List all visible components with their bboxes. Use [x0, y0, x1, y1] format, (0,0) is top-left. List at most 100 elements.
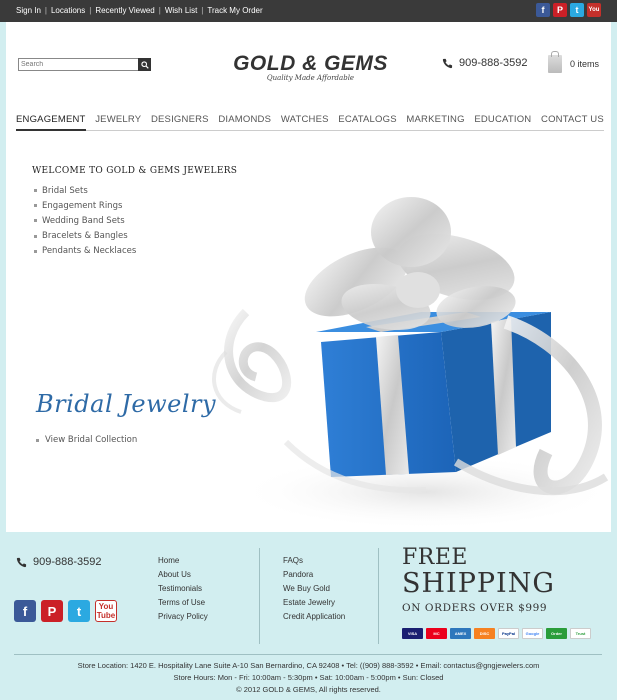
youtube-icon[interactable]: You Tube — [95, 600, 117, 622]
search-button[interactable] — [138, 58, 151, 71]
discover-icon: DISC — [474, 628, 495, 639]
footer-link-privacy[interactable]: Privacy Policy — [158, 612, 208, 626]
paypal-icon: PayPal — [498, 628, 519, 639]
bridal-jewelry-title: Bridal Jewelry — [36, 390, 217, 418]
separator: | — [201, 6, 204, 15]
youtube-icon-text: Tube — [96, 611, 116, 620]
nav-contact-us[interactable]: CONTACT US — [541, 114, 604, 130]
category-list: Bridal Sets Engagement Rings Wedding Ban… — [34, 183, 136, 259]
nav-marketing[interactable]: MARKETING — [406, 114, 464, 130]
free-shipping-banner: FREE SHIPPING ON ORDERS OVER $999 — [402, 545, 555, 615]
list-item-label: Wedding Band Sets — [42, 215, 125, 226]
free-shipping-line3: ON ORDERS OVER $999 — [402, 602, 548, 614]
top-links: Sign In | Locations | Recently Viewed | Wish L… — [16, 6, 263, 15]
recently-viewed-link[interactable]: Recently Viewed — [95, 6, 154, 15]
order-by-phone-icon: Order — [546, 628, 567, 639]
site-logo[interactable]: GOLD & GEMS Quality Made Affordable — [228, 52, 393, 82]
payment-cards: VISA MC AMEX DISC PayPal Google Order Tr… — [402, 628, 591, 639]
bullet-icon — [34, 249, 37, 253]
store-location: Store Location: 1420 E. Hospitality Lane… — [77, 661, 540, 670]
pinterest-icon[interactable]: P — [553, 3, 567, 17]
bullet-icon — [34, 234, 37, 238]
free-shipping-line1: FREE — [402, 545, 468, 570]
free-shipping-line2: SHIPPING — [402, 568, 555, 599]
top-bar: Sign In | Locations | Recently Viewed | Wish L… — [0, 0, 617, 22]
search-input[interactable] — [21, 59, 137, 70]
facebook-icon[interactable]: f — [14, 600, 36, 622]
list-item-bridal-sets[interactable]: Bridal Sets — [34, 183, 136, 198]
list-item-bracelets-bangles[interactable]: Bracelets & Bangles — [34, 229, 136, 244]
nav-education[interactable]: EDUCATION — [474, 114, 531, 130]
store-hours: Store Hours: Mon - Fri: 10:00am - 5:30pm… — [173, 673, 444, 682]
footer-links-col1: Home About Us Testimonials Terms of Use … — [158, 556, 208, 626]
youtube-icon-text: You — [98, 602, 114, 611]
locations-link[interactable]: Locations — [51, 6, 85, 15]
phone-icon — [16, 557, 27, 567]
footer-link-credit-application[interactable]: Credit Application — [283, 612, 345, 626]
footer-link-terms[interactable]: Terms of Use — [158, 598, 208, 612]
nav-designers[interactable]: DESIGNERS — [151, 114, 209, 130]
bullet-icon — [34, 189, 37, 193]
header-phone-number[interactable]: 909-888-3592 — [459, 57, 528, 69]
footer-link-estate-jewelry[interactable]: Estate Jewelry — [283, 598, 345, 612]
twitter-icon[interactable]: t — [68, 600, 90, 622]
trust-seal-icon: Trust — [570, 628, 591, 639]
copyright: © 2012 GOLD & GEMS, All rights reserved. — [236, 685, 381, 694]
top-social-icons: f P t You — [536, 3, 601, 17]
list-item-label: Bridal Sets — [42, 185, 88, 196]
cart[interactable]: 0 items — [548, 51, 600, 73]
search-box — [18, 58, 151, 71]
welcome-heading: WELCOME TO GOLD & GEMS JEWELERS — [32, 166, 238, 176]
logo-text: GOLD & GEMS — [233, 52, 388, 75]
footer-divider — [378, 548, 379, 644]
list-item-wedding-band-sets[interactable]: Wedding Band Sets — [34, 213, 136, 228]
bullet-icon — [34, 204, 37, 208]
footer-link-testimonials[interactable]: Testimonials — [158, 584, 208, 598]
sign-in-link[interactable]: Sign In — [16, 6, 41, 15]
view-link-label: View Bridal Collection — [45, 435, 138, 445]
footer-phone: 909-888-3592 — [16, 556, 102, 568]
twitter-icon[interactable]: t — [570, 3, 584, 17]
footer-links-col2: FAQs Pandora We Buy Gold Estate Jewelry … — [283, 556, 345, 626]
footer-phone-number[interactable]: 909-888-3592 — [33, 556, 102, 568]
search-icon — [140, 60, 149, 69]
footer-link-pandora[interactable]: Pandora — [283, 570, 345, 584]
footer-link-faqs[interactable]: FAQs — [283, 556, 345, 570]
footer-social-icons: f P t You Tube — [14, 600, 117, 622]
footer-divider — [259, 548, 260, 644]
wish-list-link[interactable]: Wish List — [165, 6, 197, 15]
footer-link-we-buy-gold[interactable]: We Buy Gold — [283, 584, 345, 598]
footer-divider-line — [14, 654, 602, 655]
phone-icon — [442, 58, 453, 68]
gift-box-image — [212, 197, 611, 530]
footer-link-home[interactable]: Home — [158, 556, 208, 570]
main-nav: ENGAGEMENT JEWELRY DESIGNERS DIAMONDS WA… — [16, 114, 604, 131]
youtube-icon[interactable]: You — [587, 3, 601, 17]
bullet-icon — [34, 219, 37, 223]
nav-watches[interactable]: WATCHES — [281, 114, 329, 130]
nav-diamonds[interactable]: DIAMONDS — [218, 114, 271, 130]
track-order-link[interactable]: Track My Order — [207, 6, 262, 15]
nav-jewelry[interactable]: JEWELRY — [95, 114, 141, 130]
visa-icon: VISA — [402, 628, 423, 639]
list-item-engagement-rings[interactable]: Engagement Rings — [34, 198, 136, 213]
separator: | — [44, 6, 47, 15]
list-item-label: Pendants & Necklaces — [42, 246, 137, 257]
shopping-bag-icon — [548, 51, 562, 73]
footer-link-about-us[interactable]: About Us — [158, 570, 208, 584]
list-item-label: Bracelets & Bangles — [42, 231, 128, 242]
separator: | — [89, 6, 92, 15]
nav-engagement[interactable]: ENGAGEMENT — [16, 114, 86, 131]
list-item-pendants-necklaces[interactable]: Pendants & Necklaces — [34, 244, 136, 259]
cart-count: 0 items — [570, 59, 600, 69]
mastercard-icon: MC — [426, 628, 447, 639]
separator: | — [158, 6, 161, 15]
header-phone: 909-888-3592 — [442, 57, 528, 69]
main-content: GOLD & GEMS Quality Made Affordable 909-… — [6, 22, 611, 532]
bullet-icon — [36, 438, 39, 442]
nav-ecatalogs[interactable]: ECATALOGS — [338, 114, 396, 130]
pinterest-icon[interactable]: P — [41, 600, 63, 622]
facebook-icon[interactable]: f — [536, 3, 550, 17]
view-bridal-collection-link[interactable]: View Bridal Collection — [36, 435, 137, 445]
amex-icon: AMEX — [450, 628, 471, 639]
